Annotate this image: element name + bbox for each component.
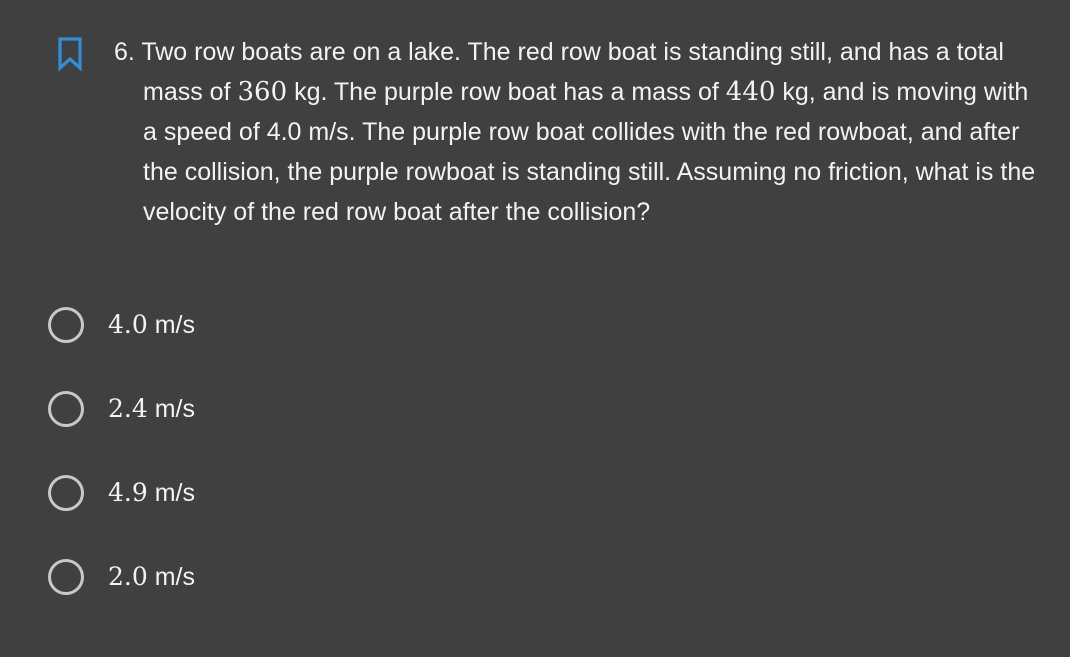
answer-option-d[interactable]: 2.0 m/s (48, 555, 448, 599)
answer-unit: m/s (147, 479, 195, 507)
answer-unit: m/s (147, 395, 195, 423)
answer-option-b[interactable]: 2.4 m/s (48, 387, 448, 431)
radio-circle-icon[interactable] (48, 475, 84, 511)
radio-circle-icon[interactable] (48, 391, 84, 427)
answer-option-a[interactable]: 4.0 m/s (48, 303, 448, 347)
answer-value: 2.4 (108, 394, 148, 423)
answer-unit: m/s (147, 563, 195, 591)
answer-option-label: 2.4 m/s (108, 394, 195, 424)
answer-option-label: 2.0 m/s (108, 562, 195, 592)
question-text: 6. Two row boats are on a lake. The red … (114, 32, 1044, 232)
answer-option-label: 4.0 m/s (108, 310, 195, 340)
radio-circle-icon[interactable] (48, 559, 84, 595)
answer-value: 4.9 (108, 478, 148, 507)
answer-value: 2.0 (108, 562, 148, 591)
answer-value: 4.0 (108, 310, 148, 339)
radio-circle-icon[interactable] (48, 307, 84, 343)
purple-boat-mass: 440 (725, 77, 776, 107)
bookmark-icon[interactable] (56, 36, 84, 72)
answer-option-label: 4.9 m/s (108, 478, 195, 508)
answer-option-c[interactable]: 4.9 m/s (48, 471, 448, 515)
red-boat-mass: 360 (237, 77, 288, 107)
answer-unit: m/s (147, 311, 195, 339)
question-number: 6. (114, 38, 135, 66)
question-text-part-2: kg. The purple row boat has a mass of (287, 78, 726, 106)
